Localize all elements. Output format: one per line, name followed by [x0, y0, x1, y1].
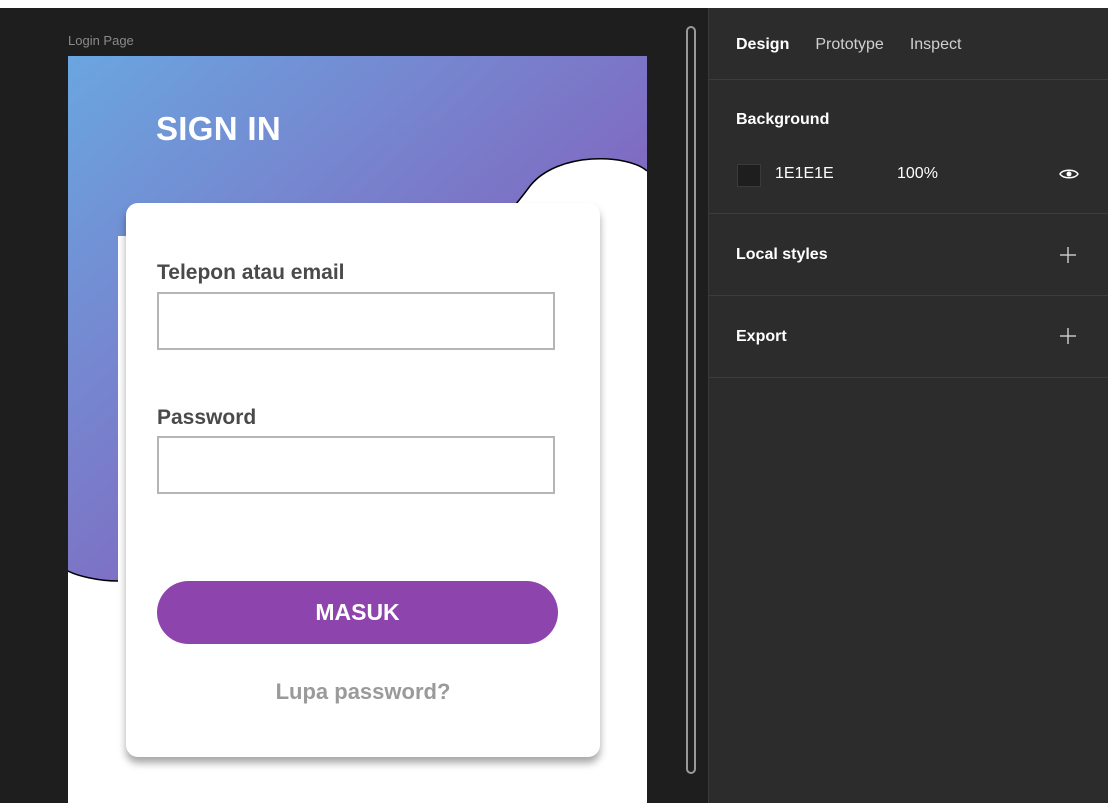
properties-panel: Design Prototype Inspect Background 1E1E… [708, 8, 1108, 803]
masuk-button[interactable]: MASUK [157, 581, 558, 644]
forgot-password-link[interactable]: Lupa password? [126, 679, 600, 705]
tab-inspect[interactable]: Inspect [910, 36, 962, 54]
divider [709, 377, 1108, 378]
top-strip [0, 0, 1108, 8]
design-app-window: Login Page SIGN IN Telepon atau email Pa… [0, 0, 1108, 803]
canvas-scrollbar[interactable] [686, 26, 696, 774]
email-label: Telepon atau email [157, 261, 345, 284]
login-card: Telepon atau email Password MASUK Lupa p… [126, 203, 600, 757]
panel-tabs: Design Prototype Inspect [736, 36, 961, 54]
divider [709, 295, 1108, 296]
password-field[interactable] [157, 436, 555, 494]
password-label: Password [157, 406, 257, 429]
sign-in-heading: SIGN IN [156, 110, 281, 147]
email-field[interactable] [157, 292, 555, 350]
eye-icon[interactable] [1059, 167, 1079, 181]
export-title: Export [736, 328, 787, 345]
plus-icon[interactable] [1057, 244, 1079, 266]
tab-design[interactable]: Design [736, 36, 789, 54]
plus-icon[interactable] [1057, 325, 1079, 347]
background-color-swatch[interactable] [737, 164, 761, 187]
background-hex-value[interactable]: 1E1E1E [775, 165, 834, 183]
design-canvas[interactable]: Login Page SIGN IN Telepon atau email Pa… [0, 8, 708, 803]
background-opacity-value[interactable]: 100% [897, 165, 938, 183]
login-page-frame[interactable]: SIGN IN Telepon atau email Password MASU… [68, 56, 647, 803]
local-styles-title: Local styles [736, 246, 828, 263]
divider [709, 79, 1108, 80]
frame-label[interactable]: Login Page [68, 33, 134, 48]
tab-prototype[interactable]: Prototype [815, 36, 883, 54]
background-section-title: Background [736, 111, 830, 128]
divider [709, 213, 1108, 214]
